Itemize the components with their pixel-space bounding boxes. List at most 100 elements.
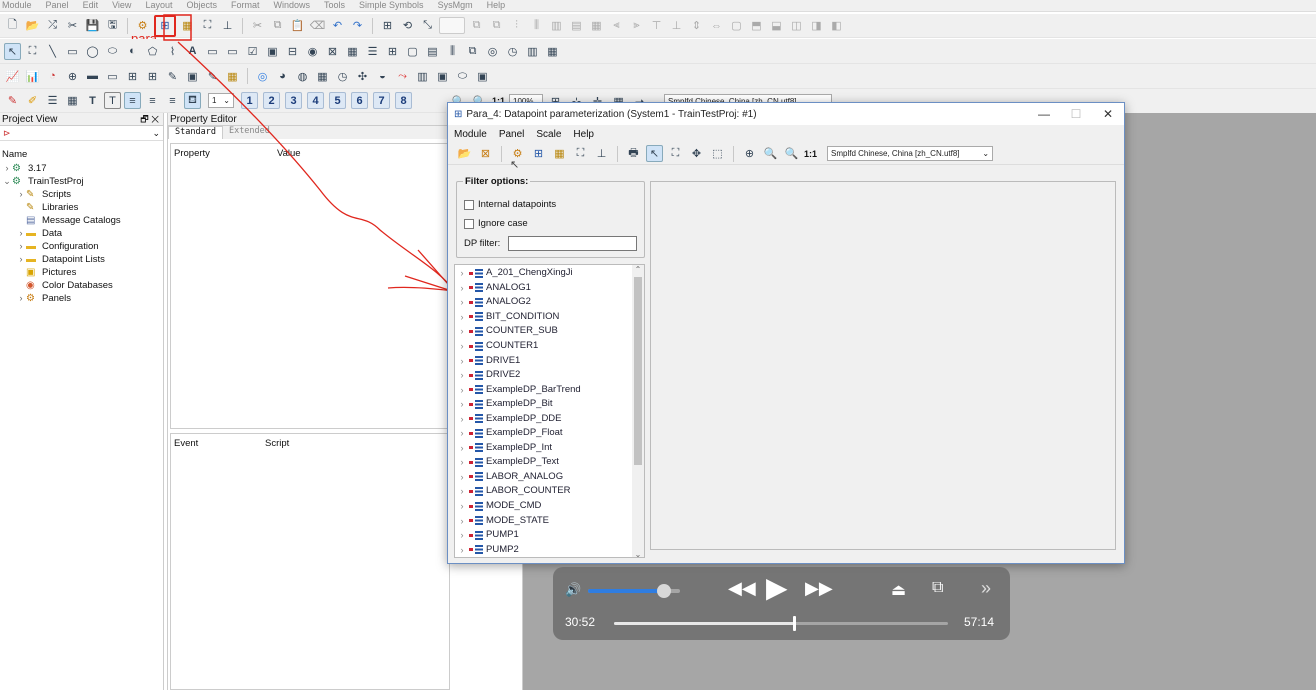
datapoint-tree-item[interactable]: › ExampleDP_Float — [455, 426, 631, 441]
rewind-icon[interactable]: ◀◀ — [728, 578, 756, 599]
expand-icon[interactable]: › — [455, 354, 469, 368]
datapoint-tree-item[interactable]: › ExampleDP_Int — [455, 441, 631, 456]
datapoint-type-icon — [469, 341, 483, 351]
datapoint-tree-item[interactable]: › ANALOG1 — [455, 281, 631, 296]
datapoint-tree-item[interactable]: › ExampleDP_Text — [455, 455, 631, 470]
expand-icon[interactable]: › — [455, 339, 469, 353]
expand-icon[interactable]: › — [455, 543, 469, 557]
datapoint-type-icon — [469, 545, 483, 555]
expand-icon[interactable]: › — [455, 455, 469, 469]
dialog-menu-item[interactable]: Module — [454, 129, 487, 140]
expand-icon[interactable]: › — [455, 295, 469, 309]
datapoint-type-icon — [469, 516, 483, 526]
picture-in-picture-icon[interactable]: ⧉ — [932, 579, 943, 597]
minimize-button[interactable]: — — [1028, 107, 1060, 121]
fast-forward-icon[interactable]: ▶▶ — [805, 578, 833, 599]
expand-icon[interactable]: › — [455, 368, 469, 382]
datapoint-tree-item[interactable]: › ExampleDP_Bit — [455, 397, 631, 412]
play-icon[interactable]: ▶ — [766, 574, 788, 602]
tree-icon[interactable]: ⛶ — [572, 145, 589, 162]
maximize-button[interactable]: ☐ — [1060, 107, 1092, 121]
expand-icon[interactable]: › — [455, 281, 469, 295]
expand-icon[interactable]: › — [455, 514, 469, 528]
zoom-in-icon[interactable]: 🔍 — [762, 145, 779, 162]
mouse-cursor-icon: ↖ — [510, 159, 520, 171]
datapoint-tree-item[interactable]: › PUMP2 — [455, 542, 631, 557]
datapoint-tree-item[interactable]: › DRIVE1 — [455, 353, 631, 368]
datapoint-type-icon — [469, 443, 483, 453]
open-icon[interactable]: 📂 — [456, 145, 473, 162]
datapoint-tree-item[interactable]: › MODE_CMD — [455, 499, 631, 514]
ignore-case-checkbox[interactable]: Ignore case — [464, 218, 528, 229]
checkbox[interactable] — [464, 199, 474, 210]
archive-icon[interactable]: ▦ — [551, 145, 568, 162]
datapoint-tree-item[interactable]: › ExampleDP_BarTrend — [455, 382, 631, 397]
dialog-language-select[interactable]: Smplfd Chinese, China [zh_CN.utf8] ⌄ — [827, 146, 994, 161]
datapoint-label: ExampleDP_Int — [486, 441, 553, 453]
expand-icon[interactable]: › — [455, 412, 469, 426]
filter-options-group: Filter options: Internal datapoints Igno… — [456, 176, 645, 258]
dp-filter-input[interactable] — [508, 236, 637, 251]
airplay-icon[interactable]: ⏏ — [891, 580, 906, 600]
more-icon[interactable]: » — [981, 578, 991, 599]
expand-icon[interactable]: › — [455, 499, 469, 513]
expand-icon[interactable]: › — [455, 441, 469, 455]
datapoint-tree-item[interactable]: › COUNTER_SUB — [455, 324, 631, 339]
expand-icon[interactable]: › — [455, 310, 469, 324]
datapoint-label: PUMP1 — [486, 529, 519, 541]
datapoint-tree-item[interactable]: › COUNTER1 — [455, 339, 631, 354]
datapoint-tree-item[interactable]: › LABOR_COUNTER — [455, 484, 631, 499]
hierarchy-icon[interactable]: ⊥ — [593, 145, 610, 162]
dialog-menu-item[interactable]: Scale — [536, 129, 561, 140]
zoom-one-label[interactable]: 1:1 — [804, 149, 817, 159]
datapoint-label: ExampleDP_Float — [486, 427, 563, 439]
select-pointer-icon[interactable]: ↖ — [646, 145, 663, 162]
expand-icon[interactable]: › — [455, 324, 469, 338]
dialog-menu-item[interactable]: Panel — [499, 129, 525, 140]
datapoint-tree-item[interactable]: › PUMP1 — [455, 528, 631, 543]
playback-progress-bar[interactable] — [614, 616, 948, 631]
datapoint-type-icon — [469, 283, 483, 293]
datapoint-tree: › A_201_ChengXingJi › ANALOG1 › ANALOG2 › BIT_C… — [454, 264, 645, 558]
scroll-thumb[interactable] — [634, 277, 642, 465]
datapoint-tree-item[interactable]: › ANALOG2 — [455, 295, 631, 310]
volume-slider[interactable] — [588, 584, 680, 598]
datapoint-label: DRIVE2 — [486, 369, 521, 381]
datapoint-tree-item[interactable]: › DRIVE2 — [455, 368, 631, 383]
print-icon[interactable]: 🖶 — [625, 145, 642, 162]
tree-scrollbar[interactable]: ⌃ ⌄ — [632, 265, 644, 557]
zoom-out-icon[interactable]: 🔍 — [783, 145, 800, 162]
move-icon[interactable]: ✥ — [688, 145, 705, 162]
internal-datapoints-checkbox[interactable]: Internal datapoints — [464, 199, 556, 210]
para-icon[interactable]: ⊞ — [530, 145, 547, 162]
datapoint-tree-item[interactable]: › ExampleDP_DDE — [455, 411, 631, 426]
zoom-fit-icon[interactable]: ⊕ — [741, 145, 758, 162]
dialog-menu-bar: Module Panel Scale Help — [448, 125, 1124, 143]
datapoint-label: ExampleDP_DDE — [486, 412, 562, 424]
scroll-down-icon[interactable]: ⌄ — [632, 550, 644, 557]
dp-filter-row: DP filter: — [464, 236, 637, 251]
datapoint-tree-item[interactable]: › LABOR_ANALOG — [455, 470, 631, 485]
multi-select-icon[interactable]: ⛶ — [667, 145, 684, 162]
close-panel-icon[interactable]: ⊠ — [477, 145, 494, 162]
expand-icon[interactable]: › — [455, 426, 469, 440]
close-button[interactable]: ✕ — [1092, 107, 1124, 121]
dialog-menu-item[interactable]: Help — [573, 129, 594, 140]
datapoint-tree-item[interactable]: › A_201_ChengXingJi — [455, 266, 631, 281]
expand-icon[interactable]: › — [455, 484, 469, 498]
datapoint-label: ExampleDP_BarTrend — [486, 383, 581, 395]
scroll-up-icon[interactable]: ⌃ — [632, 265, 644, 274]
datapoint-label: LABOR_COUNTER — [486, 485, 571, 497]
expand-icon[interactable]: › — [455, 266, 469, 280]
expand-icon[interactable]: › — [455, 528, 469, 542]
volume-icon[interactable]: 🔊 — [565, 582, 581, 598]
expand-icon[interactable]: › — [455, 383, 469, 397]
expand-icon[interactable]: › — [455, 470, 469, 484]
crop-icon[interactable]: ⬚ — [709, 145, 726, 162]
expand-icon[interactable]: › — [455, 397, 469, 411]
datapoint-tree-item[interactable]: › MODE_STATE — [455, 513, 631, 528]
datapoint-tree-item[interactable]: › BIT_CONDITION — [455, 310, 631, 325]
datapoint-type-icon — [469, 472, 483, 482]
separator — [617, 145, 618, 162]
checkbox[interactable] — [464, 218, 474, 229]
